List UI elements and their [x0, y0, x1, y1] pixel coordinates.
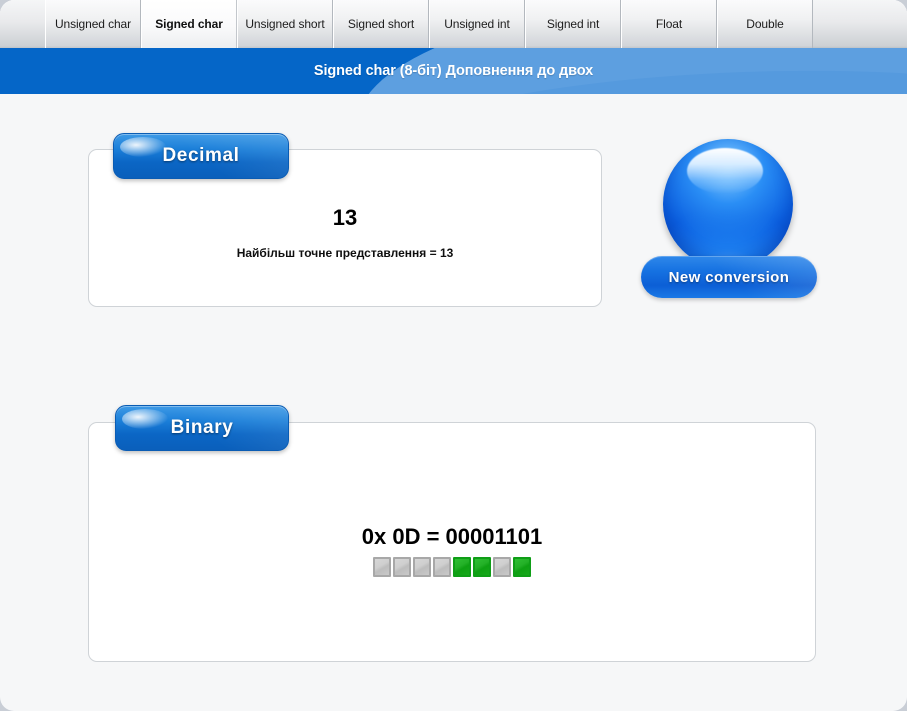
- bit-indicator-row: [88, 557, 816, 577]
- tab-strip: Unsigned char Signed char Unsigned short…: [0, 0, 907, 48]
- binary-expression: 0x 0D = 00001101: [361, 524, 543, 549]
- application-window: Unsigned char Signed char Unsigned short…: [0, 0, 907, 711]
- decimal-legend-label: Decimal: [162, 145, 240, 166]
- tab-signed-short[interactable]: Signed short: [333, 0, 429, 48]
- tab-label: Signed int: [546, 17, 600, 31]
- tab-label: Signed char: [155, 17, 223, 31]
- new-conversion-pill[interactable]: New conversion: [641, 256, 817, 298]
- tab-label: Unsigned char: [54, 17, 132, 31]
- bit-cell-0: [373, 557, 391, 577]
- bit-cell-2: [413, 557, 431, 577]
- title-banner: Signed char (8-біт) Доповнення до двох: [0, 48, 907, 94]
- tab-strip-left-edge: [0, 0, 45, 48]
- bit-cell-5: [473, 557, 491, 577]
- tab-label: Unsigned int: [444, 17, 510, 31]
- tab-signed-int[interactable]: Signed int: [525, 0, 621, 48]
- tab-unsigned-int[interactable]: Unsigned int: [429, 0, 525, 48]
- binary-legend-label: Binary: [170, 417, 234, 438]
- binary-panel-legend: Binary: [115, 405, 289, 451]
- tab-double[interactable]: Double: [717, 0, 813, 48]
- tab-signed-char[interactable]: Signed char: [141, 0, 237, 48]
- bit-cell-3: [433, 557, 451, 577]
- bit-cell-6: [493, 557, 511, 577]
- tab-strip-right-edge: [813, 0, 907, 48]
- tab-unsigned-char[interactable]: Unsigned char: [45, 0, 141, 48]
- bit-cell-7: [513, 557, 531, 577]
- tab-float[interactable]: Float: [621, 0, 717, 48]
- tab-unsigned-short[interactable]: Unsigned short: [237, 0, 333, 48]
- decimal-value: 13: [332, 205, 358, 230]
- decimal-precision-note: Найбільш точне представлення = 13: [236, 246, 454, 260]
- new-conversion-label: New conversion: [668, 268, 790, 286]
- sphere-highlight-icon: [687, 148, 763, 194]
- tab-label: Double: [746, 17, 784, 31]
- decimal-panel-legend: Decimal: [113, 133, 289, 179]
- bit-cell-4: [453, 557, 471, 577]
- tab-label: Unsigned short: [245, 17, 325, 31]
- tab-label: Float: [655, 17, 683, 31]
- tab-label: Signed short: [347, 17, 415, 31]
- bit-cell-1: [393, 557, 411, 577]
- page-title: Signed char (8-біт) Доповнення до двох: [313, 63, 594, 79]
- new-conversion-button[interactable]: New conversion: [641, 139, 817, 304]
- blue-sphere-icon: [663, 139, 793, 269]
